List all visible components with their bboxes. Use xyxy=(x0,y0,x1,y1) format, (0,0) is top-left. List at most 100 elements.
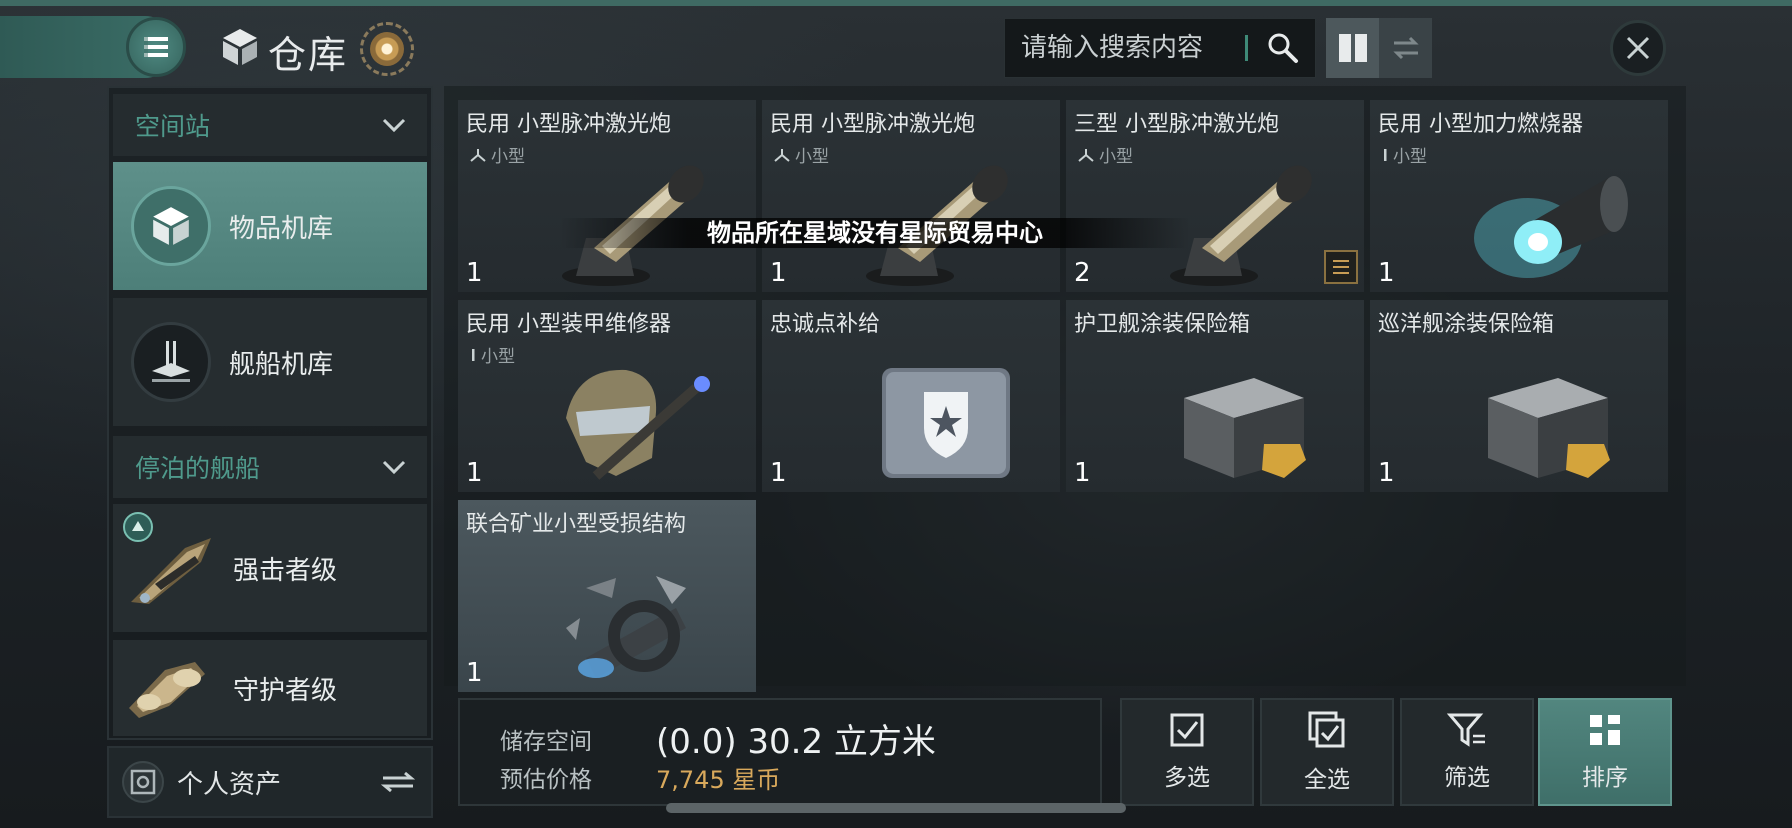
item-quantity: 1 xyxy=(466,658,483,688)
item-card[interactable]: 巡洋舰涂装保险箱 1 xyxy=(1370,300,1668,492)
hamburger-icon xyxy=(144,37,168,57)
sidebar-section-docked-ships[interactable]: 停泊的舰船 xyxy=(113,436,427,498)
item-quantity: 1 xyxy=(466,258,483,288)
sort-button[interactable]: 排序 xyxy=(1538,698,1672,806)
swap-arrows-icon xyxy=(1392,36,1419,60)
item-card[interactable]: 忠诚点补给 1 xyxy=(762,300,1060,492)
button-label: 筛选 xyxy=(1444,765,1490,791)
select-all-button[interactable]: 全选 xyxy=(1260,698,1394,806)
swap-view-button[interactable] xyxy=(1379,18,1432,78)
multi-select-button[interactable]: 多选 xyxy=(1120,698,1254,806)
cube-icon xyxy=(223,29,257,65)
sidebar-section-station[interactable]: 空间站 xyxy=(113,94,427,156)
item-size: 小型 xyxy=(1380,142,1427,167)
item-quantity: 2 xyxy=(1074,258,1091,288)
sidebar-item-ship-guardian[interactable]: 守护者级 xyxy=(113,640,427,736)
ship-hangar-icon xyxy=(131,322,211,402)
sidebar-item-ship-hangar[interactable]: 舰船机库 xyxy=(113,298,427,426)
button-label: 多选 xyxy=(1164,765,1210,791)
storage-info: 储存空间 (0.0) 30.2 立方米 预估价格 7,745 星币 xyxy=(458,698,1102,806)
item-quantity: 1 xyxy=(1074,458,1091,488)
item-card[interactable]: 民用 小型脉冲激光炮 小型 1 xyxy=(762,100,1060,292)
close-button[interactable] xyxy=(1610,20,1666,76)
button-label: 排序 xyxy=(1582,765,1628,791)
checkbox-icon xyxy=(1170,713,1204,747)
sidebar-item-ship-striker[interactable]: 强击者级 xyxy=(113,504,427,632)
item-quantity: 1 xyxy=(466,458,483,488)
search-input[interactable] xyxy=(1005,19,1245,77)
sidebar-item-label: 物品机库 xyxy=(229,213,334,244)
damaged-structure-image xyxy=(566,576,686,678)
item-size: 小型 xyxy=(468,342,515,367)
button-label: 全选 xyxy=(1304,767,1350,793)
item-quantity: 1 xyxy=(770,458,787,488)
loyalty-points-image xyxy=(882,368,1010,478)
search-divider xyxy=(1245,35,1248,61)
item-quantity: 1 xyxy=(1378,458,1395,488)
skin-crate-image xyxy=(1488,378,1610,478)
sidebar-item-item-hangar[interactable]: 物品机库 xyxy=(113,162,427,290)
item-size: 小型 xyxy=(468,142,525,167)
item-card[interactable]: 联合矿业小型受损结构 1 xyxy=(458,500,756,692)
item-name: 巡洋舰涂装保险箱 xyxy=(1378,312,1555,337)
item-name: 民用 小型装甲维修器 xyxy=(466,312,671,337)
item-size: 小型 xyxy=(1076,142,1133,167)
item-quantity: 1 xyxy=(1378,258,1395,288)
item-card[interactable]: 民用 小型装甲维修器 小型 1 xyxy=(458,300,756,492)
toast-message: 物品所在星域没有星际贸易中心 xyxy=(560,218,1190,248)
safe-icon xyxy=(122,761,164,803)
item-name: 联合矿业小型受损结构 xyxy=(466,512,687,537)
filter-icon xyxy=(1447,713,1485,747)
two-column-icon xyxy=(1338,34,1367,62)
menu-button[interactable] xyxy=(126,17,186,77)
item-name: 忠诚点补给 xyxy=(770,312,881,337)
filter-button[interactable]: 筛选 xyxy=(1400,698,1534,806)
item-quantity: 1 xyxy=(770,258,787,288)
personal-assets-button[interactable]: 个人资产 xyxy=(107,746,433,818)
armor-repairer-image xyxy=(566,369,710,480)
search-icon[interactable] xyxy=(1266,31,1300,65)
turret-slot-icon xyxy=(470,148,486,162)
chevron-down-icon xyxy=(382,118,406,133)
swap-arrows-icon xyxy=(380,771,416,793)
item-name: 护卫舰涂装保险箱 xyxy=(1074,312,1251,337)
view-toggle xyxy=(1326,18,1432,78)
info-badge-icon[interactable] xyxy=(360,22,414,76)
estimated-price-value: 7,745 星币 xyxy=(656,766,781,794)
item-card[interactable]: 三型 小型脉冲激光炮 小型 2 xyxy=(1066,100,1364,292)
sidebar-item-label: 强击者级 xyxy=(233,555,338,586)
afterburner-image xyxy=(1474,176,1628,278)
item-name: 民用 小型脉冲激光炮 xyxy=(466,112,671,137)
rank-up-icon xyxy=(123,512,153,542)
grid-view-button[interactable] xyxy=(1326,18,1379,78)
item-card[interactable]: 民用 小型脉冲激光炮 小型 1 xyxy=(458,100,756,292)
turret-slot-icon xyxy=(1078,148,1094,162)
search-box xyxy=(1004,18,1316,78)
item-grid: 民用 小型脉冲激光炮 小型 1 民用 小型脉冲激光炮 小型 1 三型 小型脉冲激… xyxy=(444,86,1686,692)
section-label: 停泊的舰船 xyxy=(135,454,261,483)
skin-crate-image xyxy=(1184,378,1306,478)
storage-space-label: 储存空间 xyxy=(500,729,592,755)
storage-space-value: (0.0) 30.2 立方米 xyxy=(656,722,936,762)
sidebar-item-label: 舰船机库 xyxy=(229,349,334,380)
close-icon xyxy=(1626,36,1650,60)
section-label: 空间站 xyxy=(135,112,211,141)
sidebar: 空间站 物品机库 舰船机库 停泊的舰船 强击者级 守护者级 xyxy=(107,86,433,740)
estimated-price-label: 预估价格 xyxy=(500,767,592,793)
item-card[interactable]: 民用 小型加力燃烧器 小型 1 xyxy=(1370,100,1668,292)
grid-sort-icon xyxy=(1590,715,1620,745)
horizontal-scrollbar[interactable] xyxy=(666,803,1126,813)
list-detail-icon[interactable] xyxy=(1324,250,1358,284)
assets-label: 个人资产 xyxy=(177,769,282,800)
item-size: 小型 xyxy=(772,142,829,167)
select-all-icon xyxy=(1308,711,1345,748)
item-card[interactable]: 护卫舰涂装保险箱 1 xyxy=(1066,300,1364,492)
page-title: 仓库 xyxy=(268,33,349,77)
module-slot-icon xyxy=(1384,148,1387,161)
item-name: 民用 小型加力燃烧器 xyxy=(1378,112,1583,137)
sidebar-item-label: 守护者级 xyxy=(233,675,338,706)
item-name: 三型 小型脉冲激光炮 xyxy=(1074,112,1279,137)
ship-image xyxy=(129,662,205,718)
module-slot-icon xyxy=(472,348,475,361)
item-name: 民用 小型脉冲激光炮 xyxy=(770,112,975,137)
